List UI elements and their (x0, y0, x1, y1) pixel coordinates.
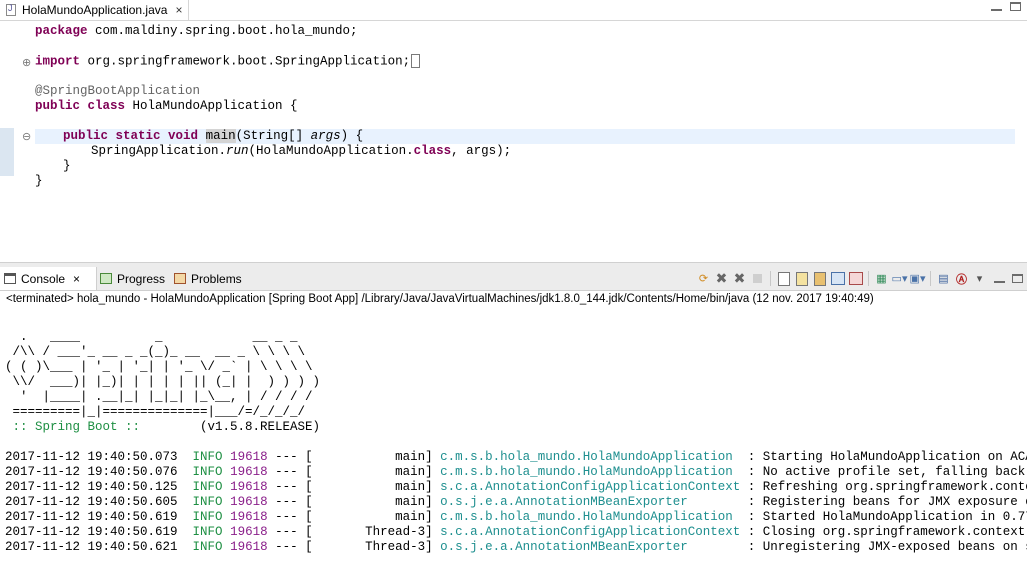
tab-console-label: Console (21, 271, 66, 286)
stop-icon[interactable] (750, 271, 765, 286)
toolbar-separator (770, 271, 771, 286)
pin-console-icon[interactable]: ▦ (874, 271, 889, 286)
log-line: 2017-11-12 19:40:50.076 INFO 19618 --- [… (5, 465, 1026, 479)
toolbar-separator (868, 271, 869, 286)
search-icon[interactable]: Ⓐ (954, 271, 969, 286)
view-menu-icon[interactable]: ▾ (972, 271, 987, 286)
collapsed-import-marker[interactable] (411, 54, 421, 68)
show-on-output-icon[interactable] (830, 271, 845, 286)
spring-version: (v1.5.8.RELEASE) (147, 420, 321, 434)
change-marker-gutter (0, 128, 14, 176)
editor-tab-label: HolaMundoApplication.java (22, 3, 168, 17)
log-line: 2017-11-12 19:40:50.605 INFO 19618 --- [… (5, 495, 1027, 509)
log-line: 2017-11-12 19:40:50.621 INFO 19618 --- [… (5, 540, 1027, 554)
close-console-tab-icon[interactable]: × (73, 272, 80, 286)
tab-problems-label: Problems (191, 271, 242, 286)
console-toolbar: ⟳ ✖ ✖ ▦ ▭▾ ▣▾ ▤ Ⓐ ▾ (696, 269, 1023, 288)
console-icon (4, 273, 16, 284)
code-line-run: SpringApplication.run(HolaMundoApplicati… (91, 144, 512, 158)
code-line-close-method: } (63, 159, 71, 173)
selected-word: main (205, 129, 236, 143)
code-line-import: import org.springframework.boot.SpringAp… (35, 54, 421, 69)
banner-line: \\/ ___)| |_)| | | | | || (_| | ) ) ) ) (5, 375, 321, 389)
banner-line: ( ( )\___ | '_ | '_| | '_ \/ _` | \ \ \ … (5, 360, 313, 374)
console-output[interactable]: . ____ _ __ _ _ /\\ / ___'_ __ _ _(_)_ _… (5, 315, 1027, 561)
editor-window-controls (991, 2, 1021, 11)
scroll-lock-icon[interactable] (794, 271, 809, 286)
word-wrap-icon[interactable] (812, 271, 827, 286)
process-status-line: <terminated> hola_mundo - HolaMundoAppli… (6, 293, 874, 305)
code-editor[interactable]: HolaMundoApplication.java × ⊕ ⊖ package … (0, 0, 1027, 262)
code-line-class-decl: public class HolaMundoApplication { (35, 99, 298, 113)
editor-tab-bar: HolaMundoApplication.java × (0, 0, 1027, 21)
clear-console-icon[interactable] (776, 271, 791, 286)
tab-console[interactable]: Console × (0, 267, 97, 290)
display-console-icon[interactable]: ▭▾ (892, 271, 908, 286)
show-on-error-icon[interactable] (848, 271, 863, 286)
editor-tab-holamundo[interactable]: HolaMundoApplication.java × (0, 0, 190, 20)
relaunch-icon[interactable]: ⟳ (696, 271, 711, 286)
banner-line: ' |____| .__|_| |_|_| |_\__, | / / / / (5, 390, 313, 404)
progress-icon (100, 273, 112, 284)
copy-icon[interactable]: ▤ (936, 271, 951, 286)
code-line-close-class: } (35, 174, 43, 188)
log-line: 2017-11-12 19:40:50.125 INFO 19618 --- [… (5, 480, 1027, 494)
collapse-fold-icon[interactable]: ⊖ (22, 130, 31, 143)
code-line-annotation: @SpringBootApplication (35, 84, 201, 98)
maximize-icon[interactable] (1012, 274, 1023, 283)
banner-line: /\\ / ___'_ __ _ _(_)_ __ __ _ \ \ \ \ (5, 345, 306, 359)
minimize-icon[interactable] (991, 2, 1002, 11)
log-line: 2017-11-12 19:40:50.619 INFO 19618 --- [… (5, 510, 1027, 524)
console-view: Console × Progress Problems ⟳ ✖ ✖ ▦ ▭▾ ▣… (0, 267, 1027, 564)
open-console-icon[interactable]: ▣▾ (910, 271, 926, 286)
terminate-icon[interactable]: ✖ (714, 270, 729, 286)
expand-fold-icon[interactable]: ⊕ (22, 56, 31, 69)
code-line-package: package com.maldiny.spring.boot.hola_mun… (35, 24, 358, 38)
remove-launch-icon[interactable]: ✖ (732, 270, 747, 286)
code-line-main-decl: public static void main(String[] args) { (63, 129, 364, 143)
banner-line: =========|_|==============|___/=/_/_/_/ (5, 405, 306, 419)
minimize-icon[interactable] (994, 274, 1005, 283)
close-tab-icon[interactable]: × (175, 3, 182, 17)
spring-boot-label: :: Spring Boot :: (5, 420, 148, 434)
problems-icon (174, 273, 186, 284)
log-line: 2017-11-12 19:40:50.619 INFO 19618 --- [… (5, 525, 1027, 539)
maximize-icon[interactable] (1010, 2, 1021, 11)
spring-version-line: :: Spring Boot :: (v1.5.8.RELEASE) (5, 420, 1027, 435)
tab-progress[interactable]: Progress (96, 267, 169, 290)
java-file-icon (6, 3, 16, 16)
log-line: 2017-11-12 19:40:50.073 INFO 19618 --- [… (5, 450, 1027, 464)
tab-problems[interactable]: Problems (170, 267, 246, 290)
toolbar-separator (930, 271, 931, 286)
tab-progress-label: Progress (117, 271, 166, 286)
view-tab-bar: Console × Progress Problems ⟳ ✖ ✖ ▦ ▭▾ ▣… (0, 267, 1027, 291)
banner-line: . ____ _ __ _ _ (5, 330, 298, 344)
